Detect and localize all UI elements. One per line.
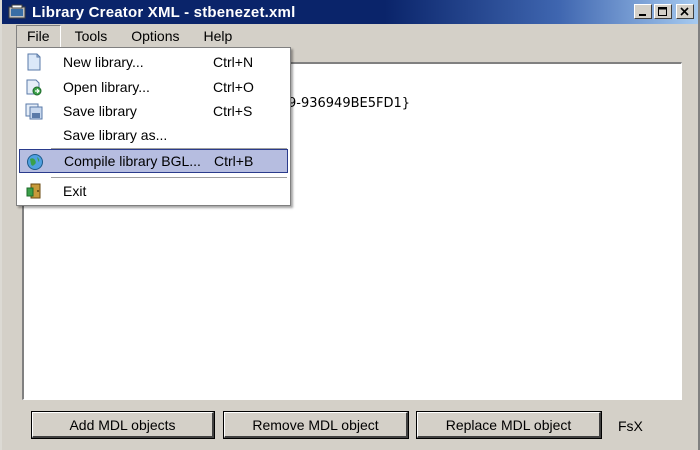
menu-options-label: Options	[131, 27, 180, 44]
replace-mdl-object-button[interactable]: Replace MDL object	[416, 411, 602, 439]
remove-mdl-object-button[interactable]: Remove MDL object	[223, 411, 409, 439]
add-mdl-objects-label: Add MDL objects	[69, 416, 176, 433]
menu-help[interactable]: Help	[194, 26, 243, 47]
menu-item-label: Exit	[63, 183, 87, 199]
library-creator-app-icon[interactable]	[8, 4, 26, 20]
compile-globe-icon	[26, 153, 44, 171]
menu-separator	[51, 177, 287, 178]
minimize-button[interactable]	[634, 4, 652, 19]
menu-bar: File Tools Options Help	[2, 24, 698, 48]
close-button[interactable]	[676, 4, 694, 19]
window-title: Library Creator XML - stbenezet.xml	[32, 3, 296, 21]
menu-item-label: Save library as...	[63, 127, 168, 143]
menu-item-label: Open library...	[63, 79, 150, 95]
app-window: Library Creator XML - stbenezet.xml File…	[0, 0, 700, 450]
menu-item-save-library[interactable]: Save library Ctrl+S	[19, 99, 288, 123]
menu-file-label: File	[27, 27, 50, 44]
maximize-button[interactable]	[654, 4, 672, 19]
open-library-icon	[25, 78, 43, 96]
menu-item-open-library[interactable]: Open library... Ctrl+O	[19, 75, 288, 99]
menu-help-label: Help	[203, 27, 233, 44]
menu-item-label: New library...	[63, 54, 144, 70]
menu-item-exit[interactable]: Exit	[19, 179, 288, 203]
menu-item-save-library-as[interactable]: Save library as...	[19, 123, 288, 147]
exit-door-icon	[25, 182, 43, 200]
remove-mdl-object-label: Remove MDL object	[252, 416, 379, 433]
file-menu-dropdown: New library... Ctrl+N Open library... Ct…	[16, 47, 291, 206]
new-document-icon	[25, 53, 43, 71]
menu-item-shortcut: Ctrl+N	[213, 54, 254, 70]
library-guid-text: 9-936949BE5FD1}	[288, 96, 411, 111]
add-mdl-objects-button[interactable]: Add MDL objects	[31, 411, 215, 439]
menu-tools[interactable]: Tools	[65, 26, 118, 47]
menu-item-shortcut: Ctrl+O	[213, 79, 254, 95]
menu-options[interactable]: Options	[121, 26, 189, 47]
menu-item-new-library[interactable]: New library... Ctrl+N	[19, 50, 288, 74]
window-controls	[634, 4, 694, 19]
minimize-icon	[639, 13, 646, 16]
menu-item-shortcut: Ctrl+S	[213, 103, 253, 119]
menu-item-label: Save library	[63, 103, 137, 119]
save-library-icon	[25, 102, 43, 120]
menu-file[interactable]: File	[16, 24, 61, 48]
maximize-icon	[658, 6, 667, 16]
menu-item-shortcut: Ctrl+B	[214, 153, 254, 169]
title-bar[interactable]: Library Creator XML - stbenezet.xml	[2, 0, 698, 24]
menu-item-compile-library-bgl[interactable]: Compile library BGL... Ctrl+B	[19, 149, 288, 173]
close-icon	[680, 6, 689, 16]
replace-mdl-object-label: Replace MDL object	[445, 416, 572, 433]
menu-tools-label: Tools	[74, 27, 108, 44]
menu-item-label: Compile library BGL...	[64, 153, 201, 169]
sim-version-label: FsX	[618, 418, 643, 434]
